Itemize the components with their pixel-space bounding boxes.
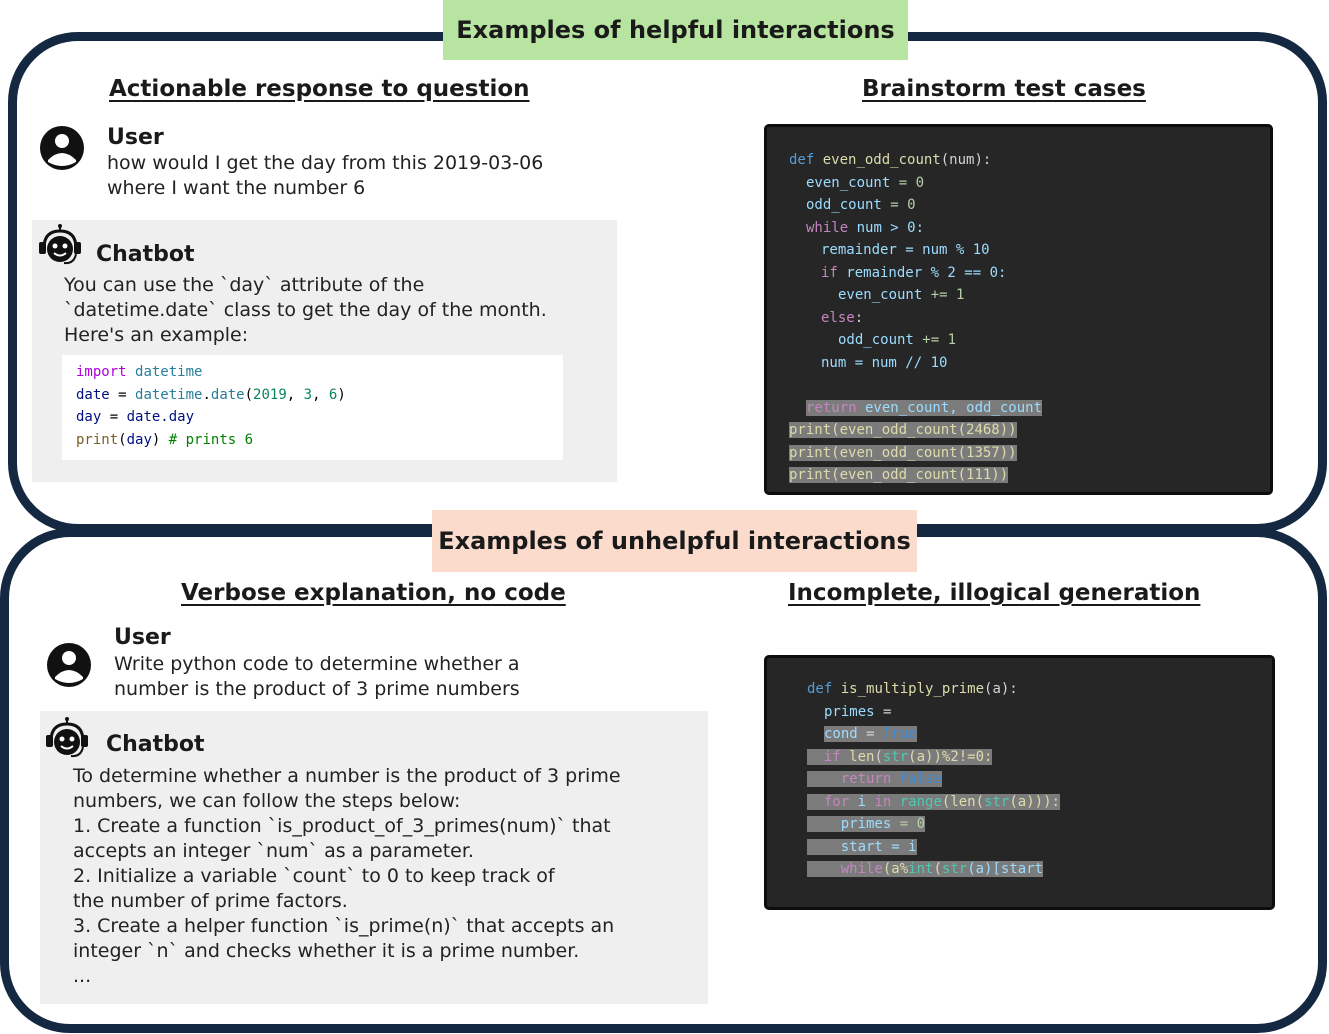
code-line: num = num // 10 bbox=[821, 354, 948, 371]
code-line: odd_count += 1 bbox=[838, 332, 957, 348]
user-avatar-icon bbox=[40, 126, 84, 170]
incomplete-generation-heading: Incomplete, illogical generation bbox=[788, 580, 1201, 606]
code-line: if remainder % 2 == 0: bbox=[821, 264, 1007, 281]
code-line: while num > 0: bbox=[806, 219, 925, 236]
code-line: odd_count = 0 bbox=[806, 197, 916, 213]
code-line: for i in range(len(str(a))): bbox=[807, 791, 1272, 814]
user-avatar-icon bbox=[47, 643, 91, 687]
code-line: return False bbox=[807, 768, 1272, 791]
chatbot-label: Chatbot bbox=[106, 732, 205, 757]
code-line: cond = True bbox=[824, 726, 917, 742]
prime-code-block: def is_multiply_prime(a): primes = cond … bbox=[764, 655, 1275, 910]
user-message: Write python code to determine whether a… bbox=[114, 653, 520, 700]
code-line: start = i bbox=[807, 836, 1272, 859]
user-label: User bbox=[107, 125, 164, 150]
code-line: print(even_odd_count(2468)) bbox=[789, 422, 1017, 438]
code-line: print(day) # prints 6 bbox=[76, 431, 254, 448]
chatbot-message: To determine whether a number is the pro… bbox=[73, 765, 621, 987]
code-line: remainder = num % 10 bbox=[821, 242, 990, 258]
code-line: print(even_odd_count(1357)) bbox=[789, 444, 1017, 461]
chatbot-headset-icon bbox=[46, 717, 88, 758]
code-line: day = date.day bbox=[76, 409, 195, 425]
code-line: def is_multiply_prime(a): bbox=[807, 681, 1018, 697]
code-line: return even_count, odd_count bbox=[806, 399, 1043, 416]
chatbot-message: You can use the `day` attribute of the `… bbox=[64, 274, 547, 346]
test-cases-code-block: def even_odd_count(num): even_count = 0 … bbox=[764, 124, 1273, 495]
user-label: User bbox=[114, 625, 171, 650]
code-line: def even_odd_count(num): bbox=[789, 152, 992, 168]
code-line: else: bbox=[821, 309, 864, 326]
helpful-banner: Examples of helpful interactions bbox=[443, 0, 908, 60]
datetime-code-block: import datetime date = datetime.date(201… bbox=[62, 355, 563, 460]
user-message: how would I get the day from this 2019-0… bbox=[107, 152, 544, 199]
code-line: primes = 0 bbox=[807, 813, 1272, 836]
code-line: import datetime bbox=[76, 364, 203, 380]
code-line: if len(str(a))%2!=0: bbox=[807, 746, 1272, 769]
chatbot-label: Chatbot bbox=[96, 242, 195, 267]
code-line: even_count = 0 bbox=[806, 174, 925, 191]
actionable-response-heading: Actionable response to question bbox=[109, 76, 530, 102]
chatbot-headset-icon bbox=[39, 224, 81, 265]
verbose-explanation-heading: Verbose explanation, no code bbox=[181, 580, 566, 606]
code-line: print(even_odd_count(111)) bbox=[789, 467, 1009, 483]
code-line: even_count += 1 bbox=[838, 287, 965, 303]
unhelpful-banner: Examples of unhelpful interactions bbox=[432, 510, 917, 572]
code-line: while(a%int(str(a)[start bbox=[807, 858, 1272, 881]
code-line: date = datetime.date(2019, 3, 6) bbox=[76, 386, 346, 403]
brainstorm-heading: Brainstorm test cases bbox=[862, 76, 1146, 102]
code-line: primes = bbox=[824, 703, 892, 720]
